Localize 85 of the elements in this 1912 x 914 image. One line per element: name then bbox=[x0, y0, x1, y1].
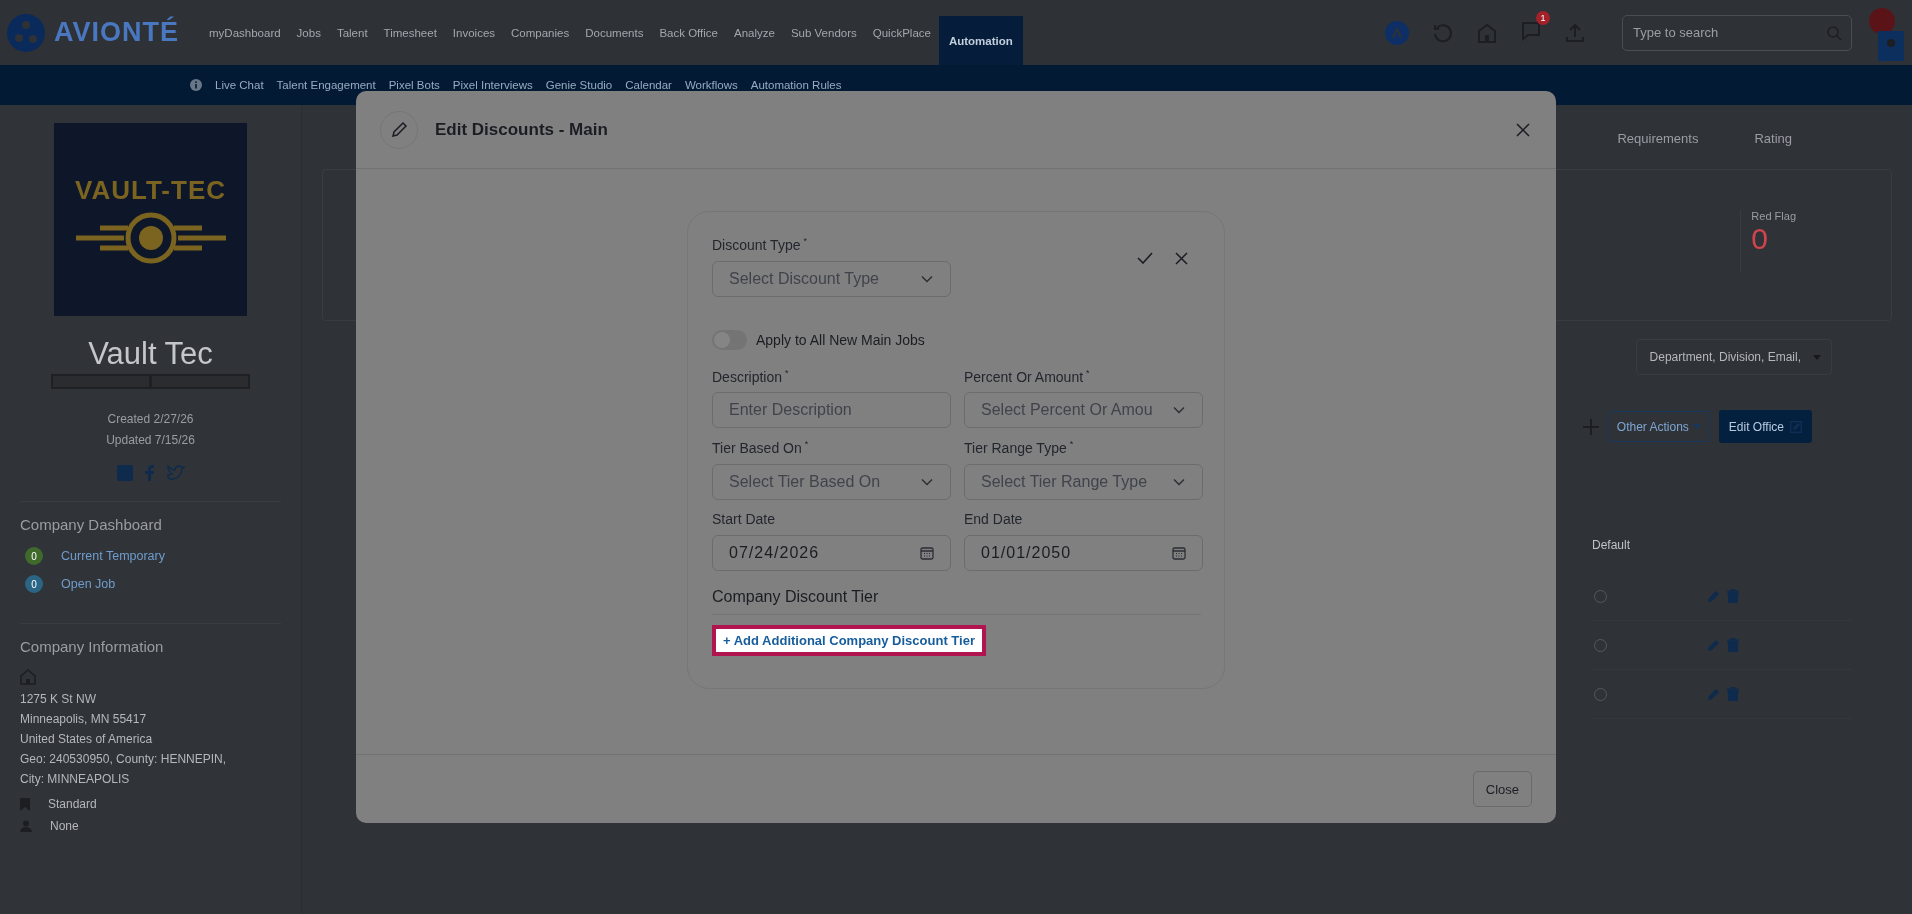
nav-tab[interactable]: Sub Vendors bbox=[782, 0, 865, 65]
subnav-link[interactable]: Talent Engagement bbox=[276, 79, 376, 91]
company-name: Vault Tec bbox=[88, 336, 213, 372]
confirm-button[interactable] bbox=[1137, 252, 1153, 265]
close-button[interactable]: Close bbox=[1472, 771, 1532, 807]
detail-text: Standard bbox=[48, 797, 97, 811]
dashboard-link[interactable]: Open Job bbox=[61, 577, 116, 591]
field-label: Discount Type $^{*}$ bbox=[712, 236, 808, 253]
caret-icon bbox=[1813, 354, 1821, 360]
cancel-button[interactable] bbox=[1175, 252, 1188, 265]
subnav-link[interactable]: Pixel Interviews bbox=[452, 79, 533, 91]
subnav-link[interactable]: Pixel Bots bbox=[388, 79, 440, 91]
add-tier-link[interactable]: + Add Additional Company Discount Tier bbox=[712, 624, 986, 656]
search-field[interactable]: Type to search bbox=[1622, 14, 1852, 51]
chat-icon[interactable] bbox=[1520, 19, 1542, 42]
info-icon bbox=[190, 79, 202, 91]
tab[interactable]: Requirements bbox=[1617, 131, 1699, 155]
count-dot: 0 bbox=[25, 575, 43, 593]
nav-tab[interactable]: Back Office bbox=[651, 0, 726, 65]
pencil-icon bbox=[390, 120, 408, 139]
other-actions-button[interactable]: Other Actions bbox=[1607, 411, 1710, 442]
modal-title: Edit Discounts - Main bbox=[435, 119, 608, 140]
field-label: End Date bbox=[964, 510, 1024, 527]
section-heading: Company Information bbox=[20, 638, 165, 655]
radio-button[interactable] bbox=[1594, 589, 1607, 603]
nav-tab[interactable]: QuickPlace bbox=[864, 0, 939, 65]
logo-icon bbox=[6, 12, 46, 53]
field-label: Percent Or Amount $^{*}$ bbox=[964, 367, 1091, 385]
logo-text[interactable]: AVIONTÉ bbox=[54, 17, 179, 48]
twitter-icon[interactable] bbox=[166, 465, 185, 481]
notification-badge: 1 bbox=[1536, 10, 1550, 25]
date-field[interactable]: 07/24/2026 bbox=[712, 534, 951, 571]
radio-button[interactable] bbox=[1594, 687, 1607, 701]
nav-tab[interactable]: Analyze bbox=[726, 0, 783, 65]
nav-tab[interactable]: Automation bbox=[938, 16, 1023, 65]
nav-tab[interactable]: Talent bbox=[328, 0, 376, 65]
text-field[interactable]: Enter Description bbox=[712, 392, 951, 429]
column-header: Default bbox=[1592, 538, 1632, 554]
nav-tab[interactable]: Documents bbox=[577, 0, 652, 65]
close-icon bbox=[1175, 252, 1188, 265]
subnav-link[interactable]: Calendar bbox=[625, 79, 672, 91]
nav-tab[interactable]: Jobs bbox=[288, 0, 329, 65]
subnav-link[interactable]: Workflows bbox=[684, 79, 738, 91]
tab[interactable]: Rating bbox=[1754, 131, 1792, 155]
pencil-icon[interactable] bbox=[1707, 589, 1721, 603]
nav-tab[interactable]: Companies bbox=[503, 0, 578, 65]
field-label: Tier Range Type $^{*}$ bbox=[964, 439, 1075, 456]
updated-date: Updated 7/15/26 bbox=[106, 432, 195, 449]
logo-text: VAULT-TEC bbox=[75, 175, 226, 206]
dashboard-link[interactable]: Current Temporary bbox=[61, 549, 165, 563]
toggle-label: Apply to All New Main Jobs bbox=[756, 331, 925, 348]
user-circle-icon[interactable] bbox=[1384, 19, 1410, 46]
nav-tab[interactable]: Invoices bbox=[444, 0, 504, 65]
field-label: Description $^{*}$ bbox=[712, 367, 790, 385]
calendar-icon[interactable] bbox=[1172, 545, 1186, 560]
trash-icon[interactable] bbox=[1727, 687, 1739, 701]
caret-icon bbox=[1692, 424, 1701, 429]
section-heading: Company Discount Tier bbox=[712, 587, 1201, 615]
pencil-icon[interactable] bbox=[1707, 638, 1721, 652]
subnav-link[interactable]: Live Chat bbox=[215, 79, 264, 91]
field-label: Tier Based On $^{*}$ bbox=[712, 439, 810, 456]
created-date: Created 2/27/26 bbox=[106, 411, 195, 428]
stat-value: 0 bbox=[1751, 222, 1770, 256]
trash-icon[interactable] bbox=[1727, 589, 1739, 603]
radio-button[interactable] bbox=[1594, 638, 1607, 652]
check-icon bbox=[1137, 252, 1153, 264]
field-label: Start Date bbox=[712, 510, 777, 527]
edit-office-button[interactable]: Edit Office bbox=[1718, 410, 1812, 443]
pencil-icon[interactable] bbox=[1707, 687, 1721, 701]
subnav-link[interactable]: Genie Studio bbox=[545, 79, 613, 91]
nav-tab[interactable]: Timesheet bbox=[375, 0, 445, 65]
calendar-icon[interactable] bbox=[920, 545, 934, 560]
date-field[interactable]: 01/01/2050 bbox=[964, 534, 1203, 571]
trash-icon[interactable] bbox=[1727, 638, 1739, 652]
facebook-icon[interactable] bbox=[144, 465, 155, 481]
section-heading: Company Dashboard bbox=[20, 516, 163, 533]
address-text: 1275 K St NW Minneapolis, MN 55417 United States of America Geo: 240530950, County: HENNEPIN, City: MINNEAPOLIS bbox=[20, 691, 228, 788]
close-icon bbox=[1516, 122, 1530, 137]
count-dot: 0 bbox=[25, 547, 43, 565]
emblem-icon bbox=[75, 212, 226, 264]
detail-text: None bbox=[50, 819, 79, 833]
subnav-link[interactable]: Automation Rules bbox=[750, 79, 842, 91]
stat-label: Red Flag bbox=[1751, 210, 1796, 222]
filter-dropdown[interactable]: Department, Division, Email, bbox=[1635, 339, 1832, 375]
nav-tab[interactable]: myDashboard bbox=[201, 0, 289, 65]
